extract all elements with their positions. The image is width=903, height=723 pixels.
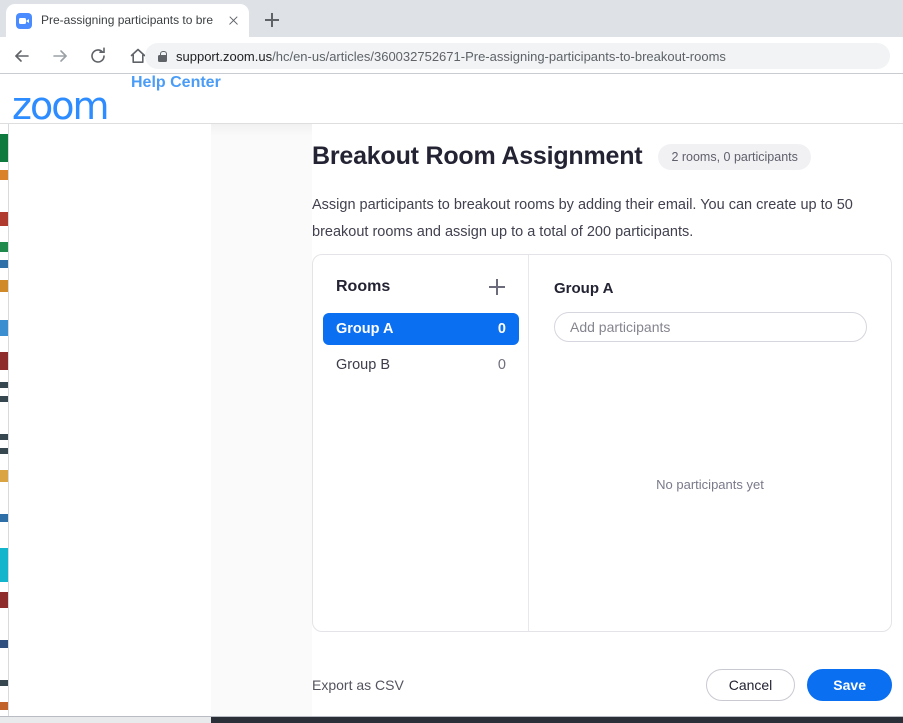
add-room-plus-icon[interactable] (488, 278, 506, 296)
bottom-chrome-strip (0, 717, 903, 723)
zoom-camera-icon (16, 13, 32, 29)
address-bar[interactable]: support.zoom.us/hc/en-us/articles/360032… (145, 43, 890, 69)
assignment-panel: Rooms Group A 0 Group B 0 (312, 254, 892, 632)
page-body: Breakout Room Assignment 2 rooms, 0 part… (0, 124, 903, 717)
room-participant-count: 0 (498, 357, 506, 373)
zoom-logo[interactable]: zoom (12, 87, 107, 125)
browser-tab[interactable]: Pre-assigning participants to bre (6, 4, 249, 37)
reload-button[interactable] (82, 40, 114, 72)
dialog-description: Assign participants to breakout rooms by… (312, 192, 880, 246)
status-badge: 2 rooms, 0 participants (658, 144, 810, 170)
page-gutter-divider (8, 124, 9, 717)
room-list-item-group-b[interactable]: Group B 0 (323, 349, 519, 381)
breakout-room-dialog: Breakout Room Assignment 2 rooms, 0 part… (312, 124, 903, 717)
modal-backdrop: Breakout Room Assignment 2 rooms, 0 part… (211, 124, 903, 717)
page-title: Breakout Room Assignment (312, 142, 642, 171)
cancel-button[interactable]: Cancel (706, 669, 796, 701)
rooms-panel-header: Rooms (336, 278, 506, 296)
browser-tab-title: Pre-assigning participants to bre (41, 4, 223, 37)
arrow-right-icon (50, 46, 70, 66)
dialog-footer: Export as CSV Cancel Save (312, 669, 892, 701)
rooms-heading: Rooms (336, 278, 390, 296)
browser-window: Pre-assigning participants to bre (0, 0, 903, 723)
bottom-strip-segment (0, 717, 211, 723)
footer-actions: Cancel Save (706, 669, 892, 701)
room-participant-count: 0 (498, 321, 506, 337)
background-page-sliver (0, 124, 8, 717)
back-button[interactable] (6, 40, 38, 72)
address-bar-path: /hc/en-us/articles/360032752671-Pre-assi… (272, 49, 726, 64)
selected-room-heading: Group A (554, 280, 613, 297)
new-tab-button[interactable] (261, 9, 283, 31)
close-icon[interactable] (225, 13, 241, 29)
room-name: Group B (336, 357, 390, 373)
participants-panel: Group A No participants yet (529, 255, 891, 631)
reload-icon (88, 46, 108, 66)
add-participants-input[interactable] (554, 312, 867, 342)
dialog-header: Breakout Room Assignment 2 rooms, 0 part… (312, 142, 903, 171)
arrow-left-icon (12, 46, 32, 66)
save-button[interactable]: Save (807, 669, 892, 701)
rooms-panel: Rooms Group A 0 Group B 0 (313, 255, 529, 631)
help-center-link[interactable]: Help Center (131, 74, 221, 92)
room-name: Group A (336, 321, 393, 337)
lock-icon (157, 50, 168, 63)
empty-state-message: No participants yet (529, 477, 891, 492)
address-bar-host: support.zoom.us (176, 49, 272, 64)
browser-tab-strip: Pre-assigning participants to bre (0, 0, 903, 37)
export-csv-link[interactable]: Export as CSV (312, 677, 404, 693)
room-list-item-group-a[interactable]: Group A 0 (323, 313, 519, 345)
forward-button[interactable] (44, 40, 76, 72)
rooms-list: Group A 0 Group B 0 (323, 313, 519, 385)
address-bar-url: support.zoom.us/hc/en-us/articles/360032… (176, 49, 726, 64)
browser-toolbar: support.zoom.us/hc/en-us/articles/360032… (0, 37, 903, 74)
